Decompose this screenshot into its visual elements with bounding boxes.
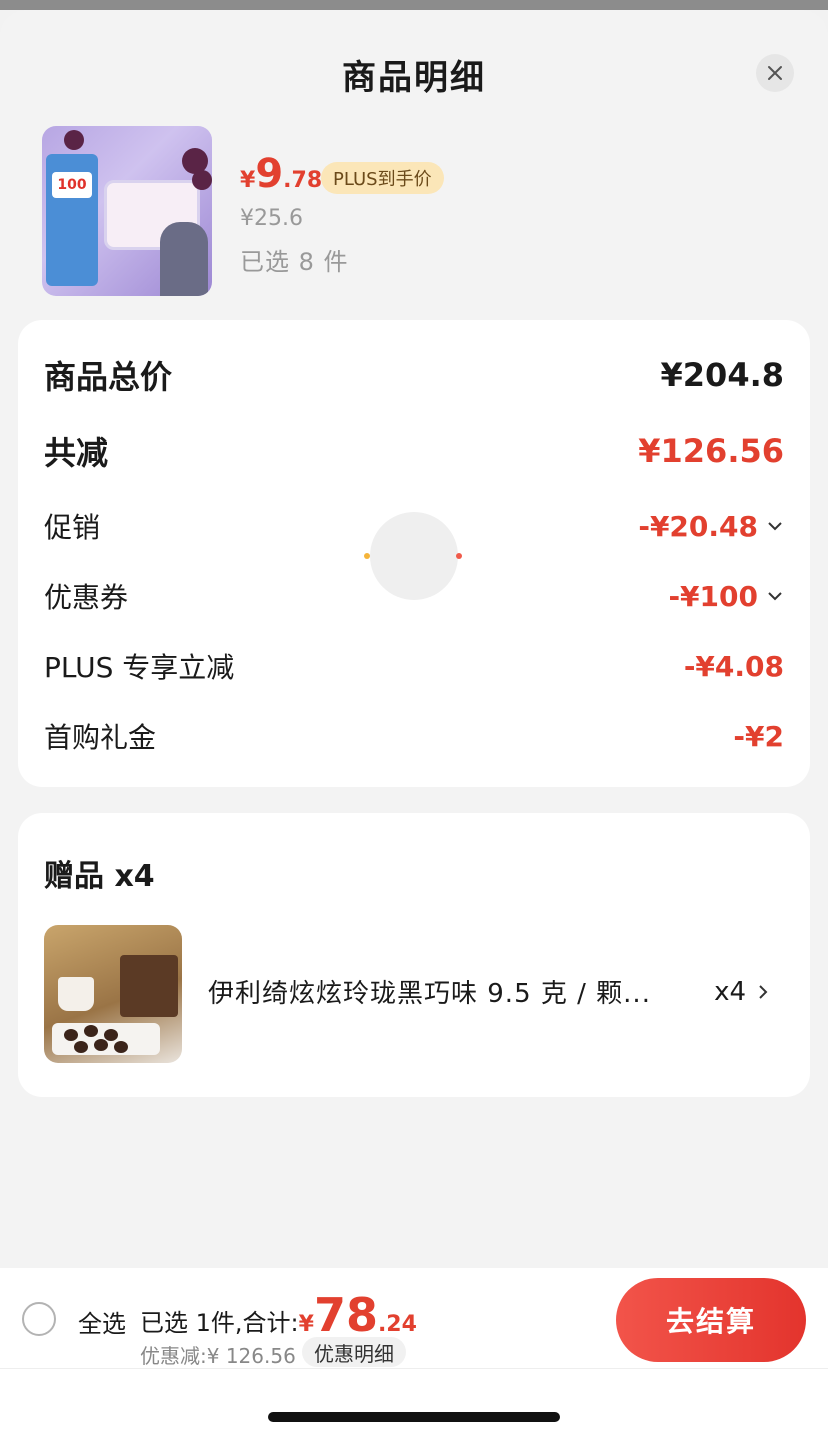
chevron-down-icon (768, 522, 782, 531)
detail-sheet: 商品明细 100 ¥ 9 .78 PLUS到手价 ¥25.6 已选 8 件 商品… (0, 10, 828, 1442)
product-image-badge: 100 (52, 172, 92, 198)
close-icon (768, 66, 782, 80)
discount-summary: 优惠减:¥ 126.56 (140, 1344, 296, 1368)
plus-price-tag: PLUS到手价 (321, 162, 444, 194)
checkout-bar: 全选 已选 1件,合计: ¥ 78 .24 优惠减:¥ 126.56 优惠明细 … (0, 1268, 828, 1442)
chevron-right-icon (759, 985, 768, 999)
gift-title: 赠品 x4 (44, 859, 155, 894)
gift-card: 赠品 x4 伊利绮炫炫玲珑黑巧味 9.5 克 / 颗... x4 (18, 813, 810, 1097)
first-purchase-gift-row: 首购礼金 -¥2 (44, 719, 784, 755)
gift-item-quantity[interactable]: x4 (714, 977, 770, 1007)
selected-count: 已选 8 件 (240, 248, 349, 276)
product-image: 100 (42, 126, 212, 296)
original-price: ¥25.6 (240, 206, 303, 231)
chevron-down-icon (768, 592, 782, 601)
home-indicator (268, 1412, 560, 1422)
total-price-row: 商品总价 ¥204.8 (44, 356, 784, 396)
order-summary: 已选 1件,合计: ¥ 78 .24 (140, 1288, 417, 1342)
loading-spinner (370, 512, 458, 600)
total-reduction-row: 共减 ¥126.56 (44, 432, 784, 472)
price-breakdown-card: 商品总价 ¥204.8 共减 ¥126.56 促销 -¥20.48 优惠券 -¥… (18, 320, 810, 787)
checkout-button[interactable]: 去结算 (616, 1278, 806, 1362)
status-area (0, 0, 828, 10)
select-all-radio[interactable] (22, 1302, 56, 1336)
discount-detail-button[interactable]: 优惠明细 (302, 1337, 406, 1367)
plus-price: ¥ 9 .78 (240, 151, 323, 197)
close-button[interactable] (756, 54, 794, 92)
plus-discount-row: PLUS 专享立减 -¥4.08 (44, 649, 784, 685)
select-all-label[interactable]: 全选 (78, 1304, 126, 1339)
gift-image (44, 925, 182, 1063)
gift-item-name[interactable]: 伊利绮炫炫玲珑黑巧味 9.5 克 / 颗... (208, 973, 668, 1010)
page-title: 商品明细 (342, 58, 486, 98)
